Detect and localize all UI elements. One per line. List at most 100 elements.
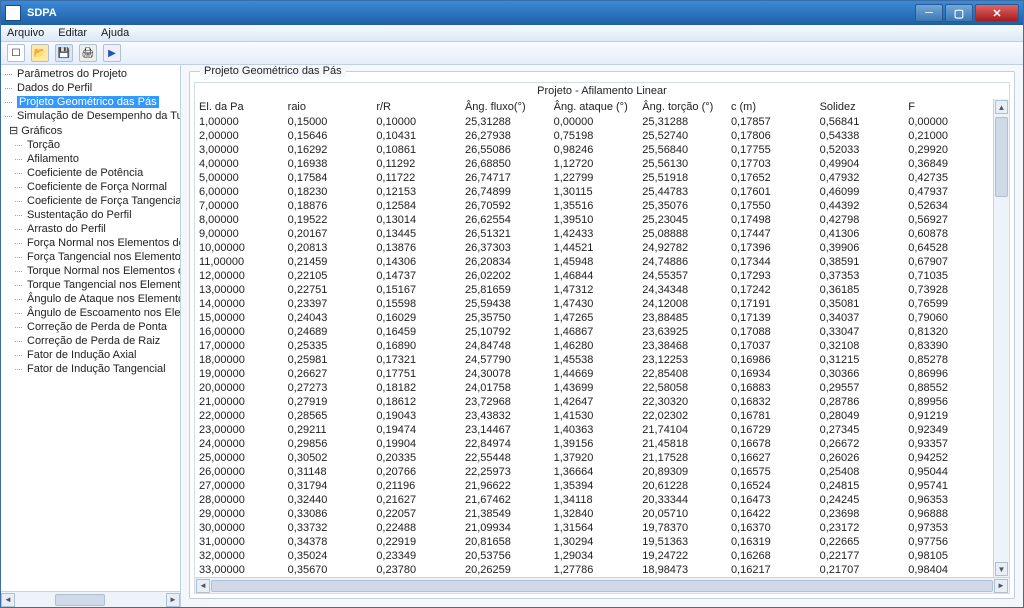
table-cell: 0,16890 (372, 339, 461, 353)
table-cell: 25,35076 (638, 199, 727, 213)
tree-item[interactable]: Projeto Geométrico das Pás (1, 95, 180, 109)
table-cell: 22,02302 (638, 409, 727, 423)
table-cell: 21,09934 (461, 521, 550, 535)
tree-item[interactable]: Torque Tangencial nos Elementos c (1, 278, 180, 292)
table-cell: 21,00000 (195, 395, 284, 409)
table-cell: 0,17088 (727, 325, 816, 339)
tree-item[interactable]: Torque Normal nos Elementos de P (1, 264, 180, 278)
table-cell: 0,23349 (372, 549, 461, 563)
table-row: 26,000000,311480,2076622,259731,3666420,… (195, 465, 993, 479)
new-icon[interactable]: ☐ (7, 44, 25, 62)
tree-item[interactable]: Correção de Perda de Ponta (1, 320, 180, 334)
collapse-icon[interactable]: ⊟ (9, 125, 21, 137)
column-header: c (m) (727, 99, 816, 115)
table-cell: 1,39156 (550, 437, 639, 451)
table-cell: 7,00000 (195, 199, 284, 213)
titlebar[interactable]: SDPA ─ ▢ ✕ (1, 1, 1023, 25)
table-cell: 0,16883 (727, 381, 816, 395)
table-cell: 0,16934 (727, 367, 816, 381)
table-cell: 0,14306 (372, 255, 461, 269)
tree-item[interactable]: Arrasto do Perfil (1, 222, 180, 236)
tree-group-graficos[interactable]: ⊟ Gráficos (1, 123, 180, 138)
table-cell: 0,24815 (816, 479, 905, 493)
table-cell: 0,89956 (904, 395, 993, 409)
table-cell: 0,35670 (284, 563, 373, 577)
maximize-button[interactable]: ▢ (945, 4, 973, 22)
table-cell: 0,29557 (816, 381, 905, 395)
tree-item[interactable]: Sustentação do Perfil (1, 208, 180, 222)
tree-item[interactable]: Fator de Indução Axial (1, 348, 180, 362)
menu-editar[interactable]: Editar (58, 27, 87, 39)
table-cell: 0,22665 (816, 535, 905, 549)
scroll-right-icon[interactable]: ► (166, 593, 180, 607)
minimize-button[interactable]: ─ (915, 4, 943, 22)
project-tree[interactable]: Parâmetros do ProjetoDados do PerfilProj… (1, 65, 180, 591)
tree-item[interactable]: Coeficiente de Potência (1, 166, 180, 180)
hscroll-thumb[interactable] (211, 580, 993, 592)
table-cell: 24,00000 (195, 437, 284, 451)
menu-ajuda[interactable]: Ajuda (101, 27, 129, 39)
table-cell: 0,15000 (284, 115, 373, 129)
tree-item[interactable]: Ângulo de Escoamento nos Elemento (1, 306, 180, 320)
tree-item[interactable]: Parâmetros do Projeto (1, 67, 180, 81)
table-cell: 19,78370 (638, 521, 727, 535)
table-cell: 0,19043 (372, 409, 461, 423)
scroll-right-icon[interactable]: ► (994, 579, 1008, 593)
open-icon[interactable]: 📂 (31, 44, 49, 62)
tree-item[interactable]: Correção de Perda de Raiz (1, 334, 180, 348)
run-icon[interactable]: ▶ (103, 44, 121, 62)
table-cell: 0,27345 (816, 423, 905, 437)
table-row: 19,000000,266270,1775124,300781,4466922,… (195, 367, 993, 381)
tree-item[interactable]: Dados do Perfil (1, 81, 180, 95)
menu-arquivo[interactable]: Arquivo (7, 27, 44, 39)
table-cell: 0,10861 (372, 143, 461, 157)
table-cell: 0,22919 (372, 535, 461, 549)
save-icon[interactable]: 💾 (55, 44, 73, 62)
scroll-up-icon[interactable]: ▲ (995, 100, 1008, 114)
table-cell: 1,34118 (550, 493, 639, 507)
column-header: Solidez (816, 99, 905, 115)
table-cell: 17,00000 (195, 339, 284, 353)
table-cell: 0,32440 (284, 493, 373, 507)
tree-item[interactable]: Coeficiente de Força Tangencial (1, 194, 180, 208)
scroll-left-icon[interactable]: ◄ (1, 593, 15, 607)
tree-hscroll-thumb[interactable] (55, 594, 105, 606)
table-row: 4,000000,169380,1129226,688501,1272025,5… (195, 157, 993, 171)
scroll-down-icon[interactable]: ▼ (995, 562, 1008, 576)
table-cell: 21,67462 (461, 493, 550, 507)
table-row: 24,000000,298560,1990422,849741,3915621,… (195, 437, 993, 451)
table-cell: 0,16422 (727, 507, 816, 521)
table-cell: 20,26259 (461, 563, 550, 577)
table-cell: 15,00000 (195, 311, 284, 325)
app-icon (5, 5, 21, 21)
table-cell: 0,21196 (372, 479, 461, 493)
tree-item[interactable]: Força Tangencial nos Elementos d (1, 250, 180, 264)
table-cell: 0,97756 (904, 535, 993, 549)
table-cell: 26,74899 (461, 185, 550, 199)
table-cell: 23,63925 (638, 325, 727, 339)
table-cell: 22,85408 (638, 367, 727, 381)
table-hscroll[interactable]: ◄ ► (195, 577, 1009, 593)
table-cell: 23,14467 (461, 423, 550, 437)
tree-item[interactable]: Coeficiente de Força Normal (1, 180, 180, 194)
tree-item[interactable]: Simulação de Desempenho da Turbina (1, 109, 180, 123)
tree-item[interactable]: Ângulo de Ataque nos Elementos de (1, 292, 180, 306)
panel-subtitle: Projeto - Afilamento Linear (195, 83, 1009, 99)
table-vscroll[interactable]: ▲ ▼ (993, 99, 1009, 577)
table-cell: 0,42798 (816, 213, 905, 227)
table-cell: 0,34378 (284, 535, 373, 549)
tree-item[interactable]: Fator de Indução Tangencial (1, 362, 180, 376)
table-row: 15,000000,240430,1602925,357501,4726523,… (195, 311, 993, 325)
table-row: 13,000000,227510,1516725,816591,4731224,… (195, 283, 993, 297)
close-button[interactable]: ✕ (975, 4, 1019, 22)
tree-hscroll[interactable]: ◄ ► (1, 591, 180, 607)
tree-item[interactable]: Força Normal nos Elementos de Pá (1, 236, 180, 250)
table-cell: 0,16781 (727, 409, 816, 423)
tree-item[interactable]: Torção (1, 138, 180, 152)
table-row: 16,000000,246890,1645925,107921,4686723,… (195, 325, 993, 339)
vscroll-thumb[interactable] (995, 117, 1008, 197)
print-icon[interactable]: 🖨 (79, 44, 97, 62)
tree-item[interactable]: Afilamento (1, 152, 180, 166)
table-cell: 26,51321 (461, 227, 550, 241)
scroll-left-icon[interactable]: ◄ (196, 579, 210, 593)
